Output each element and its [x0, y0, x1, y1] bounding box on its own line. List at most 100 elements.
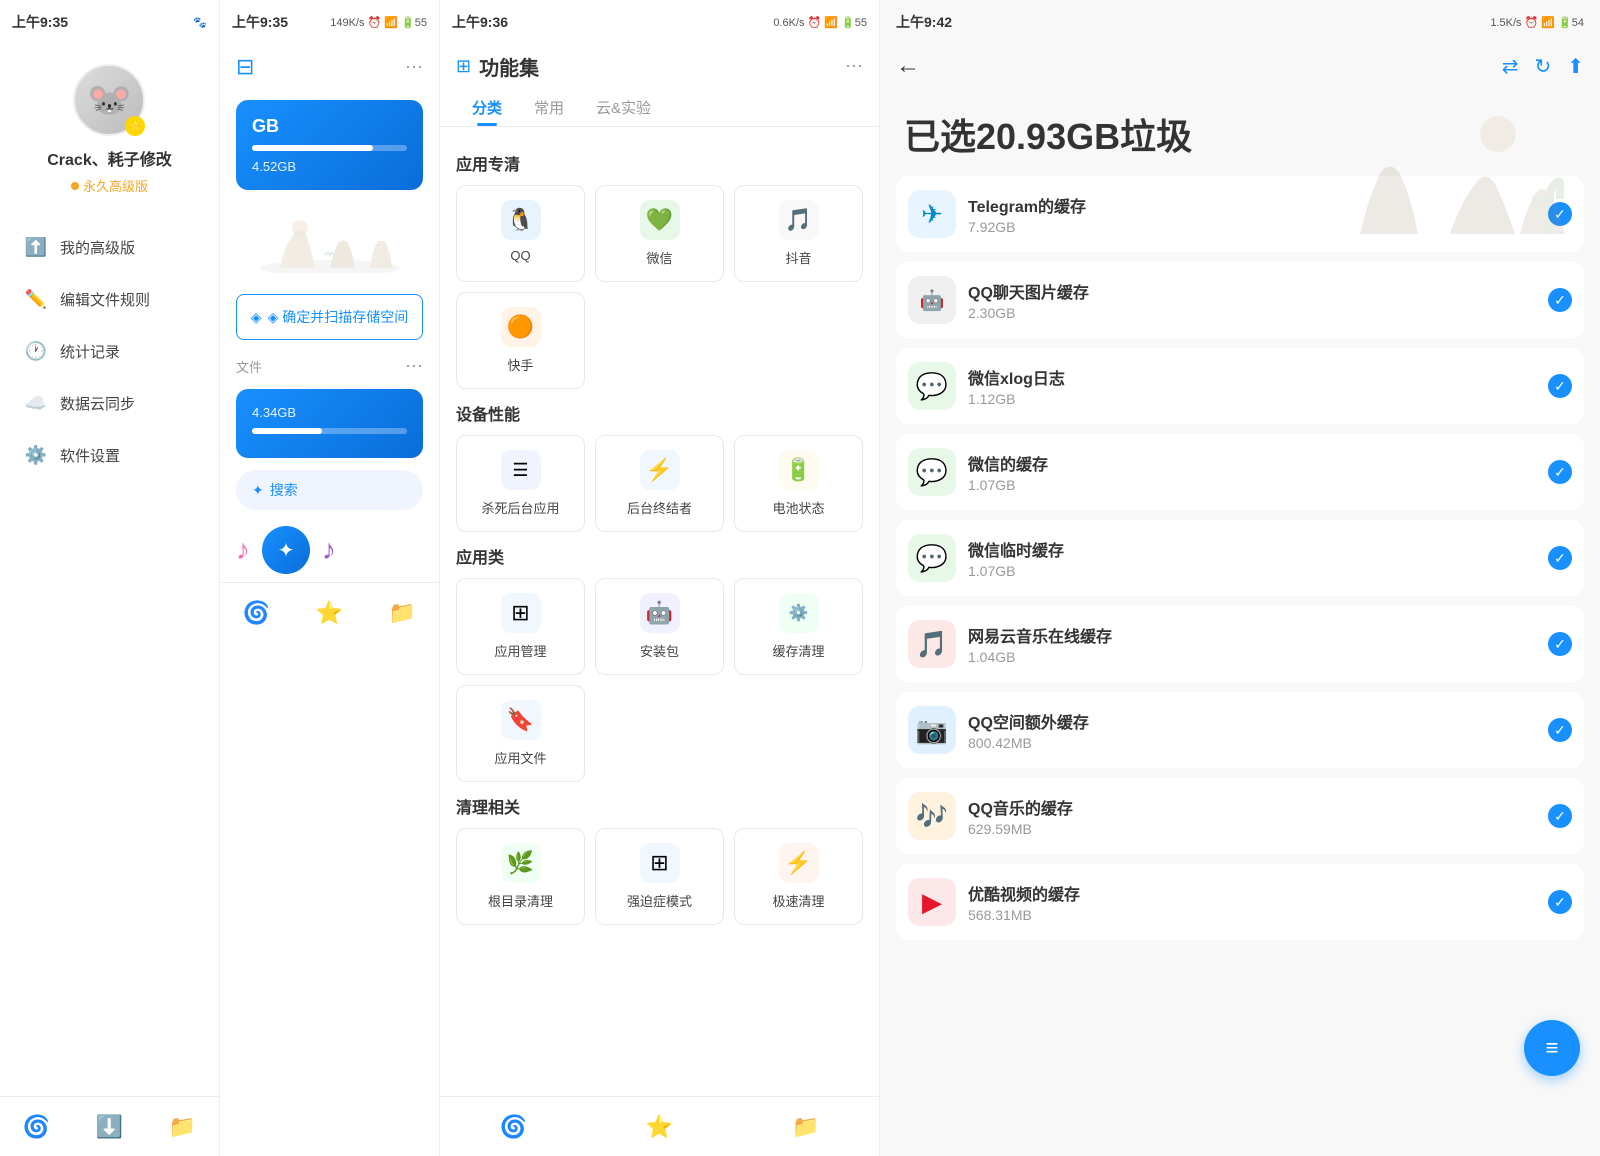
- carousel-icon: ⊟: [236, 54, 254, 80]
- fab-button[interactable]: ≡: [1524, 1020, 1580, 1076]
- wechat-temp-size: 1.07GB: [968, 563, 1536, 579]
- youku-check-icon[interactable]: ✓: [1548, 890, 1572, 914]
- folder-icon-2[interactable]: 📁: [389, 600, 416, 626]
- panel3-title: 功能集: [479, 52, 539, 81]
- file-more-dots[interactable]: ⋯: [405, 356, 423, 377]
- music-note-icon-1: ♪: [236, 534, 250, 566]
- junk-item-wechat-cache[interactable]: 💬 微信的缓存 1.07GB ✓: [896, 434, 1584, 510]
- feature-douyin[interactable]: 🎵 抖音: [734, 185, 863, 282]
- junk-item-qq-chat[interactable]: 🤖 QQ聊天图片缓存 2.30GB ✓: [896, 262, 1584, 338]
- wechat-temp-name: 微信临时缓存: [968, 537, 1536, 561]
- feature-qq[interactable]: 🐧 QQ: [456, 185, 585, 282]
- qq-label: QQ: [510, 248, 530, 263]
- junk-item-netease-music[interactable]: 🎵 网易云音乐在线缓存 1.04GB ✓: [896, 606, 1584, 682]
- fan-icon[interactable]: 🌀: [23, 1114, 50, 1140]
- scan-storage-button[interactable]: ◈ ◈ 确定并扫描存储空间: [236, 294, 423, 340]
- star-icon-3[interactable]: ⭐: [646, 1114, 673, 1140]
- junk-item-wechat-xlog[interactable]: 💬 微信xlog日志 1.12GB ✓: [896, 348, 1584, 424]
- wechat-cache-name: 微信的缓存: [968, 451, 1536, 475]
- cloud-sync-icon: ☁️: [24, 391, 48, 415]
- tab-cloud-experiment[interactable]: 云&实验: [580, 89, 667, 126]
- feature-ocd-mode[interactable]: ⊞ 强迫症模式: [595, 828, 724, 925]
- tab-category[interactable]: 分类: [456, 89, 518, 126]
- feature-root-clean[interactable]: 🌿 根目录清理: [456, 828, 585, 925]
- folder-icon-3[interactable]: 📁: [792, 1114, 819, 1140]
- qq-music-check-icon[interactable]: ✓: [1548, 804, 1572, 828]
- fan-icon-3[interactable]: 🌀: [499, 1114, 526, 1140]
- panel2-more-button[interactable]: ⋯: [405, 57, 423, 78]
- qq-chat-app-icon: 🤖: [908, 276, 956, 324]
- qq-chat-check-icon[interactable]: ✓: [1548, 288, 1572, 312]
- junk-item-qq-music[interactable]: 🎶 QQ音乐的缓存 629.59MB ✓: [896, 778, 1584, 854]
- panel3-bottom-nav: 🌀 ⭐ 📁: [440, 1096, 879, 1156]
- status-bar-3: 上午9:36 0.6K/s ⏰ 📶 🔋55: [440, 0, 879, 44]
- app-mgr-icon: ⊞: [501, 593, 541, 633]
- stats-icon: 🕐: [24, 339, 48, 363]
- music-play-button[interactable]: ✦: [262, 526, 310, 574]
- qq-space-check-icon[interactable]: ✓: [1548, 718, 1572, 742]
- feature-fast-clean[interactable]: ⚡ 极速清理: [734, 828, 863, 925]
- panel1-bottom-nav: 🌀 ⬇️ 📁: [0, 1096, 219, 1156]
- junk-item-youku[interactable]: ▶ 优酷视频的缓存 568.31MB ✓: [896, 864, 1584, 940]
- section-title-device: 设备性能: [456, 401, 863, 425]
- feature-battery[interactable]: 🔋 电池状态: [734, 435, 863, 532]
- qq-music-size: 629.59MB: [968, 821, 1536, 837]
- avatar-wrapper: 🐭 ⭐: [73, 64, 145, 136]
- wechat-cache-info: 微信的缓存 1.07GB: [968, 451, 1536, 493]
- tab-common[interactable]: 常用: [518, 89, 580, 126]
- menu-item-settings[interactable]: ⚙️ 软件设置: [0, 429, 219, 481]
- wechat-label: 微信: [646, 248, 672, 267]
- root-clean-icon: 🌿: [501, 843, 541, 883]
- junk-item-qq-space[interactable]: 📷 QQ空间额外缓存 800.42MB ✓: [896, 692, 1584, 768]
- feature-apk[interactable]: 🤖 安装包: [595, 578, 724, 675]
- storage-bar-fill-1: [252, 145, 373, 151]
- app-files-icon: 🔖: [501, 700, 541, 740]
- panel3-more-button[interactable]: ⋯: [845, 56, 863, 77]
- music-player-item: ♪ ✦ ♪: [220, 518, 439, 582]
- star-icon[interactable]: ⭐: [316, 600, 343, 626]
- netease-check-icon[interactable]: ✓: [1548, 632, 1572, 656]
- search-button[interactable]: ✦ 搜索: [236, 470, 423, 510]
- avatar-badge-icon: ⭐: [125, 116, 145, 136]
- status-right-4: 1.5K/s ⏰ 📶 🔋54: [1490, 16, 1584, 29]
- bg-terminator-icon: ⚡: [640, 450, 680, 490]
- status-time-4: 上午9:42: [896, 12, 952, 32]
- wechat-temp-check-icon[interactable]: ✓: [1548, 546, 1572, 570]
- storage-card-1: GB 4.52GB: [236, 100, 423, 190]
- folder-icon[interactable]: 📁: [169, 1114, 196, 1140]
- feature-cache-clean[interactable]: ⚙️ 缓存清理: [734, 578, 863, 675]
- menu-item-file-rules[interactable]: ✏️ 编辑文件规则: [0, 273, 219, 325]
- settings-icon: ⚙️: [24, 443, 48, 467]
- feature-bg-terminator[interactable]: ⚡ 后台终结者: [595, 435, 724, 532]
- menu-item-cloud-sync[interactable]: ☁️ 数据云同步: [0, 377, 219, 429]
- wechat-xlog-check-icon[interactable]: ✓: [1548, 374, 1572, 398]
- feature-kill-bg[interactable]: ☰ 杀死后台应用: [456, 435, 585, 532]
- user-level-text: 永久高级版: [83, 176, 148, 195]
- bg-terminator-label: 后台终结者: [627, 498, 692, 517]
- wechat-cache-check-icon[interactable]: ✓: [1548, 460, 1572, 484]
- panel3-content: 应用专清 🐧 QQ 💚 微信 🎵 抖音 🟠 快手 设备性能 ☰: [440, 127, 879, 1096]
- back-button[interactable]: ←: [896, 52, 920, 80]
- menu-item-stats[interactable]: 🕐 统计记录: [0, 325, 219, 377]
- fan-icon-2[interactable]: 🌀: [243, 600, 270, 626]
- storage-card-2: 4.34GB: [236, 389, 423, 458]
- wechat-cache-app-icon: 💬: [908, 448, 956, 496]
- junk-list: ✈ Telegram的缓存 7.92GB ✓ 🤖 QQ聊天图片缓存 2.30GB…: [880, 176, 1600, 1156]
- menu-label-stats: 统计记录: [60, 341, 120, 362]
- douyin-icon: 🎵: [779, 200, 819, 240]
- storage-label-1: GB: [252, 116, 407, 137]
- telegram-app-icon: ✈: [908, 190, 956, 238]
- feature-wechat[interactable]: 💚 微信: [595, 185, 724, 282]
- junk-item-wechat-temp[interactable]: 💬 微信临时缓存 1.07GB ✓: [896, 520, 1584, 596]
- qq-space-name: QQ空间额外缓存: [968, 709, 1536, 733]
- wechat-cache-size: 1.07GB: [968, 477, 1536, 493]
- feature-kuaishou[interactable]: 🟠 快手: [456, 292, 585, 389]
- feature-app-files[interactable]: 🔖 应用文件: [456, 685, 585, 782]
- username-label: Crack、耗子修改: [47, 146, 171, 170]
- section-title-app-clean: 应用专清: [456, 151, 863, 175]
- feature-app-mgr[interactable]: ⊞ 应用管理: [456, 578, 585, 675]
- wechat-xlog-info: 微信xlog日志 1.12GB: [968, 365, 1536, 407]
- douyin-label: 抖音: [785, 248, 811, 267]
- menu-item-premium[interactable]: ⬆️ 我的高级版: [0, 221, 219, 273]
- download-icon[interactable]: ⬇️: [96, 1114, 123, 1140]
